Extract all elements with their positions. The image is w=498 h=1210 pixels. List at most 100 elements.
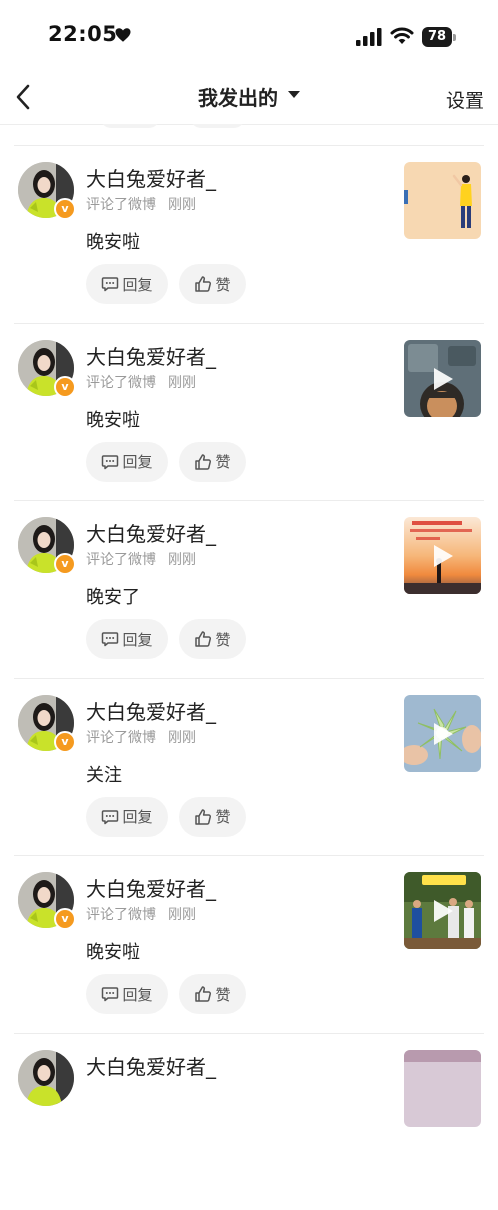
- reply-label: 回复: [122, 629, 152, 650]
- thumbs-up-icon: [194, 985, 212, 1003]
- reply-button[interactable]: 回复: [86, 442, 168, 482]
- thumbs-up-icon: [194, 275, 212, 293]
- post-thumbnail[interactable]: [404, 340, 481, 417]
- verified-badge-icon: v: [54, 553, 76, 575]
- reply-label: 回复: [122, 274, 152, 295]
- like-button[interactable]: 赞: [179, 442, 246, 482]
- like-button[interactable]: 赞: [179, 797, 246, 837]
- signal-icon: [356, 28, 382, 46]
- username[interactable]: 大白兔爱好者_: [86, 163, 216, 192]
- post-thumbnail[interactable]: [404, 695, 481, 772]
- list-item[interactable]: v 大白兔爱好者_ 评论了微博刚刚 晚安啦 回复 赞: [0, 145, 498, 323]
- partial-like-pill: [190, 124, 245, 128]
- play-icon: [432, 722, 454, 746]
- play-icon: [432, 544, 454, 568]
- timestamp: 刚刚: [168, 552, 196, 568]
- reply-label: 回复: [122, 806, 152, 827]
- meta-line: 评论了微博刚刚: [86, 549, 196, 569]
- avatar[interactable]: v: [18, 340, 74, 396]
- username[interactable]: 大白兔爱好者_: [86, 696, 216, 725]
- list-item[interactable]: v 大白兔爱好者_ 评论了微博刚刚 关注 回复 赞: [0, 678, 498, 856]
- previous-item-partial: [0, 124, 498, 146]
- battery-cap: [453, 34, 456, 41]
- timestamp: 刚刚: [168, 375, 196, 391]
- list-item[interactable]: 大白兔爱好者_: [0, 1033, 498, 1210]
- page-title-dropdown[interactable]: 我发出的: [198, 82, 300, 111]
- post-thumbnail[interactable]: [404, 872, 481, 949]
- comment-text: 晚安啦: [86, 938, 140, 964]
- comment-text: 晚安了: [86, 583, 140, 609]
- username[interactable]: 大白兔爱好者_: [86, 873, 216, 902]
- divider: [14, 500, 484, 501]
- status-time: 22:05: [48, 22, 117, 46]
- play-icon: [432, 899, 454, 923]
- caret-down-icon: [288, 91, 300, 98]
- divider: [14, 855, 484, 856]
- action-text: 评论了微博: [86, 552, 156, 568]
- settings-button[interactable]: 设置: [446, 86, 484, 113]
- like-label: 赞: [215, 806, 230, 827]
- action-text: 评论了微博: [86, 197, 156, 213]
- avatar[interactable]: v: [18, 517, 74, 573]
- meta-line: 评论了微博刚刚: [86, 372, 196, 392]
- verified-badge-icon: v: [54, 198, 76, 220]
- meta-line: 评论了微博刚刚: [86, 904, 196, 924]
- list-item[interactable]: v 大白兔爱好者_ 评论了微博刚刚 晚安啦 回复 赞: [0, 855, 498, 1033]
- username[interactable]: 大白兔爱好者_: [86, 341, 216, 370]
- reply-button[interactable]: 回复: [86, 797, 168, 837]
- avatar-image: [18, 1050, 74, 1106]
- timestamp: 刚刚: [168, 730, 196, 746]
- comment-bubble-icon: [101, 630, 119, 648]
- action-text: 评论了微博: [86, 375, 156, 391]
- like-button[interactable]: 赞: [179, 974, 246, 1014]
- avatar[interactable]: v: [18, 162, 74, 218]
- post-thumbnail[interactable]: [404, 162, 481, 239]
- reply-button[interactable]: 回复: [86, 974, 168, 1014]
- like-label: 赞: [215, 629, 230, 650]
- thumbs-up-icon: [194, 630, 212, 648]
- timestamp: 刚刚: [168, 197, 196, 213]
- divider: [14, 145, 484, 146]
- partial-reply-pill: [100, 124, 160, 128]
- verified-badge-icon: v: [54, 731, 76, 753]
- like-button[interactable]: 赞: [179, 264, 246, 304]
- comment-bubble-icon: [101, 275, 119, 293]
- reply-button[interactable]: 回复: [86, 264, 168, 304]
- comment-text: 关注: [86, 761, 122, 787]
- partial-thumbnail-image: [404, 1050, 481, 1127]
- like-label: 赞: [215, 274, 230, 295]
- avatar[interactable]: v: [18, 695, 74, 751]
- divider: [14, 323, 484, 324]
- avatar[interactable]: v: [18, 872, 74, 928]
- thumbs-up-icon: [194, 453, 212, 471]
- heart-icon: [114, 26, 132, 44]
- nav-bar: 我发出的 设置: [0, 74, 498, 125]
- divider: [14, 1033, 484, 1034]
- divider: [14, 678, 484, 679]
- reply-label: 回复: [122, 451, 152, 472]
- post-thumbnail[interactable]: [404, 517, 481, 594]
- thumbs-up-icon: [194, 808, 212, 826]
- back-arrow-icon[interactable]: [10, 82, 38, 112]
- battery-indicator: 78: [422, 27, 458, 47]
- username[interactable]: 大白兔爱好者_: [86, 518, 216, 547]
- page-title: 我发出的: [198, 86, 278, 110]
- comment-feed: v 大白兔爱好者_ 评论了微博刚刚 晚安啦 回复 赞: [0, 145, 498, 1210]
- action-text: 评论了微博: [86, 907, 156, 923]
- avatar[interactable]: [18, 1050, 74, 1106]
- comment-bubble-icon: [101, 985, 119, 1003]
- post-thumbnail[interactable]: [404, 1050, 481, 1127]
- comment-text: 晚安啦: [86, 228, 140, 254]
- list-item[interactable]: v 大白兔爱好者_ 评论了微博刚刚 晚安了 回复 赞: [0, 500, 498, 678]
- verified-badge-icon: v: [54, 376, 76, 398]
- reply-button[interactable]: 回复: [86, 619, 168, 659]
- timestamp: 刚刚: [168, 907, 196, 923]
- list-item[interactable]: v 大白兔爱好者_ 评论了微博刚刚 晚安啦 回复 赞: [0, 323, 498, 501]
- status-bar: 22:05 78: [0, 0, 498, 74]
- illustration-thumbnail-image: [404, 162, 481, 239]
- comment-bubble-icon: [101, 808, 119, 826]
- username[interactable]: 大白兔爱好者_: [86, 1051, 216, 1080]
- like-button[interactable]: 赞: [179, 619, 246, 659]
- reply-label: 回复: [122, 984, 152, 1005]
- comment-text: 晚安啦: [86, 406, 140, 432]
